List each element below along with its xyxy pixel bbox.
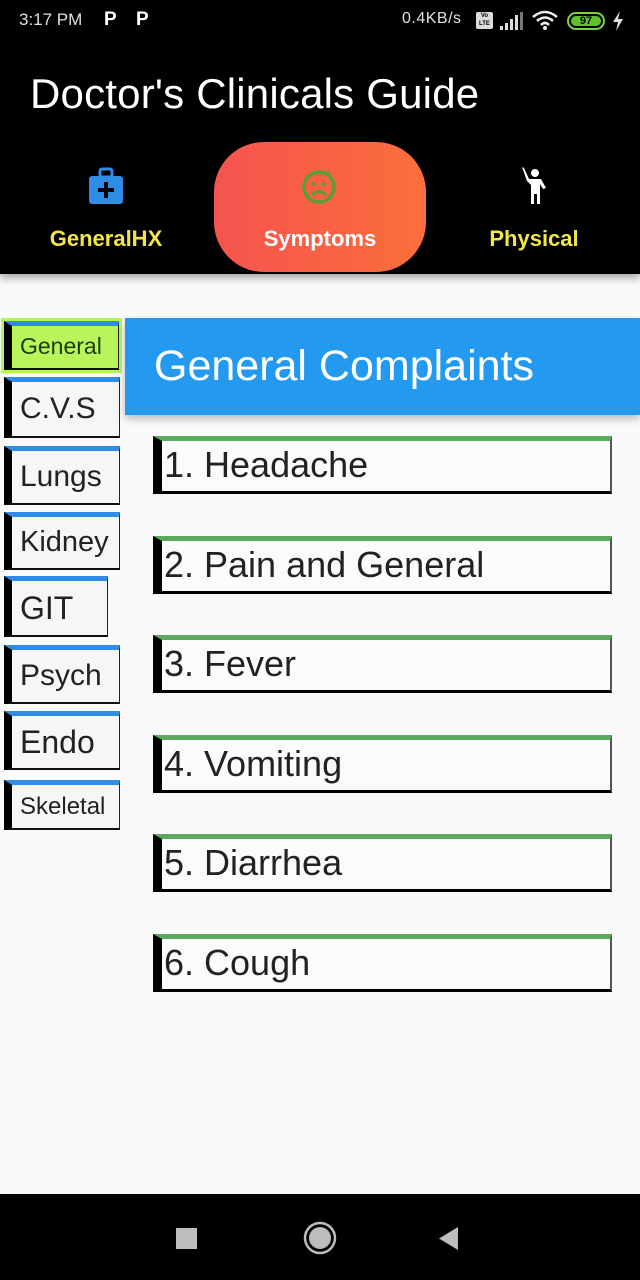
sidebar-item-kidney[interactable]: Kidney bbox=[4, 512, 120, 570]
sidebar-item-lungs[interactable]: Lungs bbox=[4, 446, 120, 505]
section-title: General Complaints bbox=[154, 342, 535, 390]
medical-kit-icon bbox=[89, 167, 123, 204]
sidebar-item-psych[interactable]: Psych bbox=[4, 645, 120, 704]
tab-label: Physical bbox=[489, 226, 579, 251]
complaint-item-fever[interactable]: 3. Fever bbox=[153, 635, 612, 693]
signal-icon bbox=[500, 12, 523, 30]
network-speed: 0.4KB/s bbox=[402, 10, 462, 27]
sidebar-item-label: Lungs bbox=[20, 460, 102, 493]
system-nav-bar bbox=[0, 1194, 640, 1280]
complaint-item-cough[interactable]: 6. Cough bbox=[153, 934, 612, 992]
complaint-item-diarrhea[interactable]: 5. Diarrhea bbox=[153, 834, 612, 892]
sick-face-icon bbox=[302, 170, 336, 204]
complaint-item-headache[interactable]: 1. Headache bbox=[153, 436, 612, 494]
battery-level: 97 bbox=[571, 16, 601, 27]
sidebar-item-label: Psych bbox=[20, 659, 102, 692]
p-app-notification-icon: P bbox=[136, 9, 149, 30]
tab-symptoms[interactable]: Symptoms bbox=[214, 142, 426, 272]
person-waving-icon bbox=[522, 167, 546, 204]
app-title: Doctor's Clinicals Guide bbox=[30, 70, 480, 117]
complaint-label: 4. Vomiting bbox=[164, 743, 343, 784]
section-header: General Complaints bbox=[125, 318, 640, 415]
volte-icon: Vo LTE bbox=[476, 12, 493, 29]
sidebar-item-label: GIT bbox=[20, 590, 74, 626]
status-time: 3:17 PM bbox=[19, 10, 83, 29]
tab-generalhx[interactable]: GeneralHX bbox=[0, 142, 212, 272]
sidebar-item-git[interactable]: GIT bbox=[4, 576, 108, 637]
complaint-item-vomiting[interactable]: 4. Vomiting bbox=[153, 735, 612, 793]
sidebar-item-label: Skeletal bbox=[20, 793, 106, 820]
sidebar-item-general[interactable]: General bbox=[1, 318, 122, 373]
sidebar-item-label: General bbox=[4, 321, 119, 370]
complaint-label: 1. Headache bbox=[164, 444, 369, 485]
home-button[interactable] bbox=[303, 1221, 337, 1255]
app-bar: Doctor's Clinicals Guide GeneralHX Sympt… bbox=[0, 42, 640, 274]
complaint-label: 6. Cough bbox=[164, 942, 311, 983]
complaint-item-pain[interactable]: 2. Pain and General bbox=[153, 536, 612, 594]
sidebar-item-label: Kidney bbox=[20, 526, 109, 558]
sidebar-item-skeletal[interactable]: Skeletal bbox=[4, 780, 120, 830]
charging-icon bbox=[613, 11, 623, 31]
complaint-label: 3. Fever bbox=[164, 643, 297, 684]
sidebar-item-endo[interactable]: Endo bbox=[4, 711, 120, 770]
sidebar-item-label: C.V.S bbox=[20, 392, 96, 425]
battery-icon: 97 bbox=[567, 12, 605, 30]
recents-button[interactable] bbox=[176, 1228, 198, 1250]
p-app-notification-icon: P bbox=[104, 9, 117, 30]
tab-label: GeneralHX bbox=[49, 226, 163, 251]
tab-physical[interactable]: Physical bbox=[428, 142, 640, 272]
back-button[interactable] bbox=[438, 1226, 462, 1252]
complaint-label: 5. Diarrhea bbox=[164, 842, 343, 883]
sidebar-item-label: Endo bbox=[20, 724, 95, 760]
sidebar-item-cvs[interactable]: C.V.S bbox=[4, 377, 120, 438]
wifi-icon bbox=[532, 10, 558, 30]
tab-label: Symptoms bbox=[263, 226, 377, 251]
complaint-label: 2. Pain and General bbox=[164, 544, 485, 585]
status-bar: 3:17 PM P P 0.4KB/s Vo LTE 97 bbox=[0, 0, 640, 42]
